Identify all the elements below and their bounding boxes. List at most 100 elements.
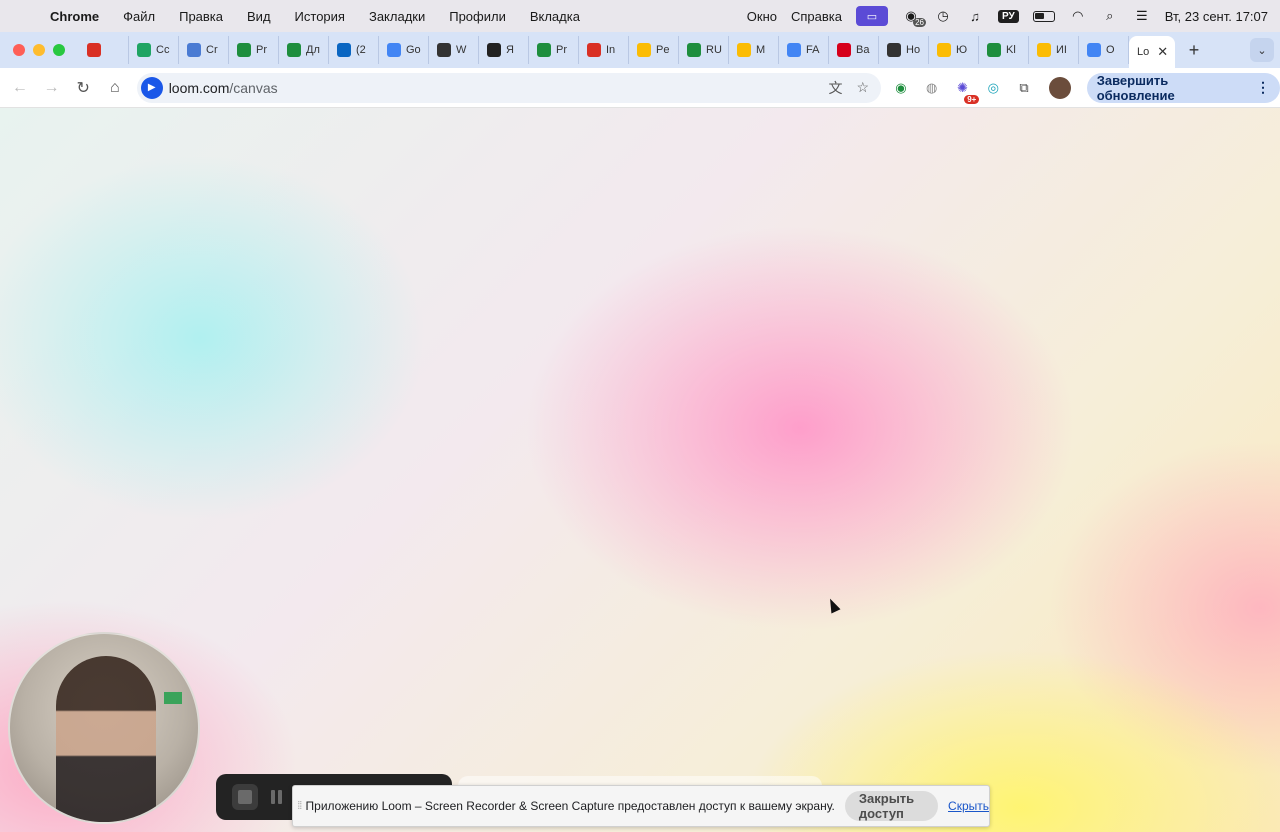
tab-label: Kl: [1006, 44, 1016, 56]
record-icon: [87, 43, 101, 57]
hide-link[interactable]: Скрыть: [948, 799, 989, 813]
url-path: /canvas: [229, 79, 278, 96]
tab-16[interactable]: Ho: [879, 36, 929, 64]
loom-site-icon[interactable]: ▶: [140, 76, 163, 99]
close-window-button[interactable]: [13, 44, 25, 56]
url-text[interactable]: loom.com/canvas: [169, 80, 278, 96]
back-arrow-icon[interactable]: ←: [4, 72, 36, 104]
tab-label: Ba: [856, 44, 870, 56]
tab-label: Дл: [306, 44, 320, 56]
webcam-bubble[interactable]: [8, 632, 200, 824]
menu-history[interactable]: История: [283, 9, 357, 24]
docs-icon: [787, 43, 801, 57]
control-center-icon[interactable]: ☰: [1133, 8, 1151, 23]
menu-view[interactable]: Вид: [235, 9, 283, 24]
finish-update-button[interactable]: Завершить обновление ⋮: [1086, 72, 1280, 103]
tab-label: Lo: [1137, 46, 1150, 58]
new-tab-button[interactable]: +: [1181, 40, 1207, 61]
globe-extension-icon[interactable]: ◍: [921, 77, 943, 99]
tab-17[interactable]: Ю: [929, 36, 979, 64]
menu-bar-datetime[interactable]: Вт, 23 сент. 17:07: [1165, 9, 1268, 24]
chat-tray-icon[interactable]: ◉ 26: [902, 8, 926, 27]
tab-19[interactable]: ИI: [1029, 36, 1079, 64]
tab-9[interactable]: Pr: [529, 36, 579, 64]
tab-active-loom[interactable]: Lo ✕: [1129, 36, 1175, 68]
screen-share-tray-icon[interactable]: ▭: [856, 6, 888, 26]
menu-window[interactable]: Окно: [747, 9, 777, 24]
forward-arrow-icon[interactable]: →: [36, 72, 68, 104]
menu-bookmarks[interactable]: Закладки: [357, 9, 437, 24]
chrome-toolbar: ← → ↻ ⌂ ▶ loom.com/canvas 文 ☆ ◉ ◍ ✺ 9+ ◎ …: [0, 68, 1280, 108]
more-vert-icon[interactable]: ⋮: [1256, 79, 1270, 96]
github-icon: [887, 43, 901, 57]
menu-file[interactable]: Файл: [111, 9, 167, 24]
spiral-extension-icon[interactable]: ◎: [982, 77, 1004, 99]
timer-tray-icon[interactable]: ◷: [934, 8, 952, 23]
tab-label: M: [756, 44, 766, 56]
menu-edit[interactable]: Правка: [167, 9, 235, 24]
stop-recording-button[interactable]: [232, 784, 258, 810]
grammarly-extension-icon[interactable]: ◉: [890, 77, 912, 99]
keyboard-layout-indicator[interactable]: РУ: [998, 9, 1019, 23]
tab-14[interactable]: FA: [779, 36, 829, 64]
drive-icon: [137, 43, 151, 57]
sheets-icon: [287, 43, 301, 57]
spotlight-search-icon[interactable]: ⌕: [1101, 8, 1119, 23]
tab-6[interactable]: Go: [379, 36, 429, 64]
maximize-window-button[interactable]: [53, 44, 65, 56]
extensions-puzzle-icon[interactable]: ⧉: [1013, 77, 1035, 99]
tab-11[interactable]: Pe: [629, 36, 679, 64]
tab-18[interactable]: Kl: [979, 36, 1029, 64]
home-icon[interactable]: ⌂: [99, 72, 131, 104]
chrome-tab-strip: Cc Cr Pr Дл (2 Go W Я Pr In Pe RU M FA Ba Ho Ю Kl ИI O Lo ✕…: [0, 32, 1280, 68]
tab-label: O: [1106, 44, 1115, 56]
tab-2[interactable]: Cr: [179, 36, 229, 64]
cap-icon: [187, 43, 201, 57]
tab-search-chevron-icon[interactable]: ⌄: [1250, 38, 1274, 62]
drag-handle-icon[interactable]: ⁞⁞: [293, 800, 306, 812]
tab-label: Pe: [656, 44, 670, 56]
tab-0[interactable]: [79, 36, 129, 64]
linkedin-icon: [337, 43, 351, 57]
hh-icon: [837, 43, 851, 57]
tab-15[interactable]: Ba: [829, 36, 879, 64]
tab-1[interactable]: Cc: [129, 36, 179, 64]
tab-7[interactable]: W: [429, 36, 479, 64]
tab-label: Я: [506, 44, 514, 56]
wifi-icon[interactable]: ◠: [1069, 8, 1087, 23]
tab-12[interactable]: RU: [679, 36, 729, 64]
bookmark-star-icon[interactable]: ☆: [856, 79, 869, 96]
close-tab-icon[interactable]: ✕: [1157, 44, 1168, 60]
menu-profiles[interactable]: Профили: [437, 9, 518, 24]
tab-label: Pr: [256, 44, 267, 56]
menu-tab[interactable]: Вкладка: [518, 9, 592, 24]
window-controls: [13, 44, 65, 56]
tab-list: Cc Cr Pr Дл (2 Go W Я Pr In Pe RU M FA Ba Ho Ю Kl ИI O: [79, 32, 1129, 68]
menu-app-name[interactable]: Chrome: [38, 9, 111, 24]
sheets-icon: [237, 43, 251, 57]
stop-sharing-button[interactable]: Закрыть доступ: [844, 791, 939, 821]
address-bar[interactable]: ▶ loom.com/canvas 文 ☆: [136, 72, 882, 103]
tab-20[interactable]: O: [1079, 36, 1129, 64]
battery-icon[interactable]: [1032, 10, 1055, 22]
webcam-person-silhouette: [56, 656, 156, 822]
tab-5[interactable]: (2: [329, 36, 379, 64]
menu-help[interactable]: Справка: [791, 9, 842, 24]
menu-bar-right: Окно Справка ▭ ◉ 26 ◷ ♫ РУ ◠ ⌕ ☰ Вт, 23 с…: [747, 0, 1280, 32]
reload-icon[interactable]: ↻: [67, 72, 99, 104]
drive-icon: [737, 43, 751, 57]
tab-label: Ю: [956, 44, 968, 56]
tab-8[interactable]: Я: [479, 36, 529, 64]
profile-avatar[interactable]: [1048, 76, 1071, 99]
tab-label: In: [606, 44, 616, 56]
tab-3[interactable]: Pr: [229, 36, 279, 64]
tab-13[interactable]: M: [729, 36, 779, 64]
tab-10[interactable]: In: [579, 36, 629, 64]
loom-extension-icon[interactable]: ✺ 9+: [952, 77, 980, 104]
headphones-tray-icon[interactable]: ♫: [966, 9, 984, 24]
pause-recording-button[interactable]: [266, 784, 286, 810]
drive-icon: [1037, 43, 1051, 57]
tab-4[interactable]: Дл: [279, 36, 329, 64]
translate-icon[interactable]: 文: [828, 78, 842, 98]
minimize-window-button[interactable]: [33, 44, 45, 56]
